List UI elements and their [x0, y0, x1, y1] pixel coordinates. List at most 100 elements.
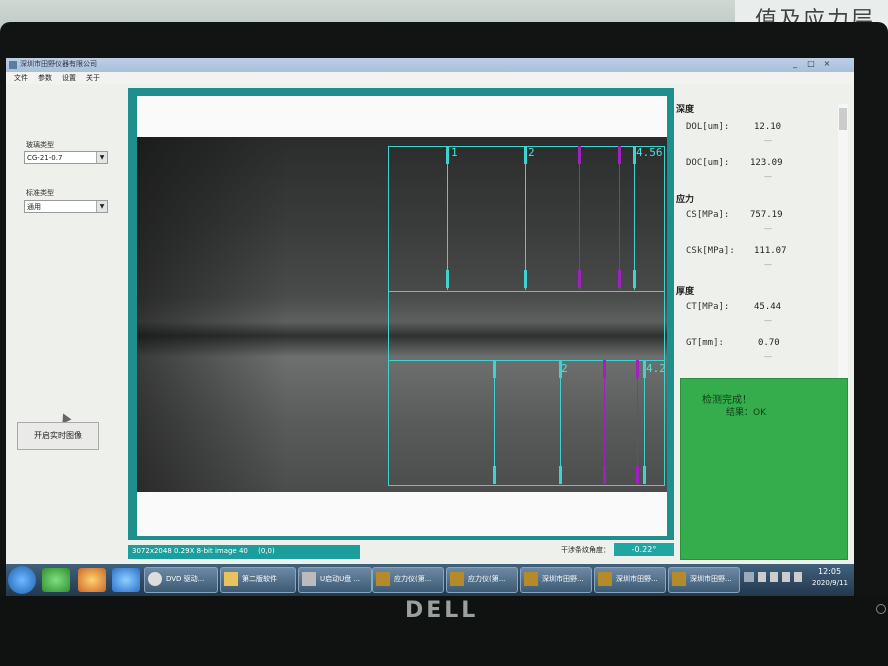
cursor-coords: (0,0) — [258, 547, 275, 555]
chevron-down-icon[interactable]: ▼ — [96, 152, 107, 163]
window-titlebar — [6, 58, 854, 72]
thickness-section-title: 厚度 — [676, 287, 695, 297]
taskbar-button-label: U启动U盘 ... — [320, 575, 361, 583]
dvd-icon — [148, 572, 162, 586]
usb-drive-icon — [302, 572, 316, 586]
keyboard-icon[interactable] — [744, 572, 754, 582]
fringe-label: 4.56 — [636, 146, 663, 159]
taskbar-button-label: 第二版软件 — [242, 575, 277, 583]
ct-label: CT[MPa]: — [686, 302, 730, 312]
taskbar-button-label: 深圳市田野... — [616, 575, 658, 583]
fringe-tick — [524, 146, 527, 164]
clock-date[interactable]: 2020/9/11 — [812, 579, 848, 587]
close-button[interactable]: × — [820, 59, 834, 69]
menu-bar — [6, 72, 854, 84]
labview-icon — [672, 572, 686, 586]
chevron-down-icon[interactable]: ▼ — [96, 201, 107, 212]
fringe-tick — [493, 466, 496, 484]
action-center-icon[interactable] — [758, 572, 766, 582]
fringe-tick — [643, 466, 646, 484]
fringe-line — [447, 146, 448, 290]
network-icon[interactable] — [770, 572, 778, 582]
fringe-tick — [446, 146, 449, 164]
taskbar-button-label: 深圳市田野... — [542, 575, 584, 583]
fringe-label: 2 — [528, 146, 535, 159]
fringe-line — [619, 146, 620, 290]
cs-dash: — — [764, 224, 772, 233]
volume-icon[interactable] — [782, 572, 790, 582]
taskbar-button-label: 深圳市田野... — [690, 575, 732, 583]
fringe-tick — [578, 146, 581, 164]
doc-label: DOC[um]: — [686, 158, 730, 168]
labview-icon — [598, 572, 612, 586]
fringe-tick — [603, 360, 606, 378]
fringe-tick — [618, 270, 621, 288]
cs-label: CS[MPa]: — [686, 210, 730, 220]
menu-settings[interactable]: 设置 — [62, 73, 76, 83]
result-verdict: 结果：OK — [726, 408, 766, 418]
fringe-line — [634, 146, 635, 290]
fringe-tick — [603, 466, 606, 484]
battery-icon[interactable] — [794, 572, 802, 582]
result-status: 检测完成！ — [702, 395, 752, 406]
csk-value: 111.07 — [754, 246, 787, 256]
app-icon — [9, 61, 17, 69]
labview-icon — [524, 572, 538, 586]
doc-value: 123.09 — [750, 158, 783, 168]
start-live-image-button[interactable]: 开启实时图像 — [17, 422, 99, 450]
pinned-app-icon[interactable] — [42, 568, 70, 592]
roi-bottom-box — [388, 360, 665, 486]
camera-image-shade — [137, 137, 287, 492]
taskbar-button-label: DVD 驱动... — [166, 575, 205, 583]
power-icon[interactable] — [876, 604, 886, 614]
taskbar-button-label: 应力仪(第... — [468, 575, 506, 583]
ct-dash: — — [764, 316, 772, 325]
standard-type-select[interactable]: 通用 ▼ — [24, 200, 108, 213]
image-info-text: 3072x2048 0.29X 8-bit image 40 — [132, 547, 248, 555]
ie-icon[interactable] — [112, 568, 140, 592]
image-info: 3072x2048 0.29X 8-bit image 40 (0,0) — [132, 547, 275, 555]
scrollbar-thumb[interactable] — [839, 108, 847, 130]
dol-dash: — — [764, 136, 772, 145]
start-button[interactable] — [8, 566, 36, 594]
gt-value: 0.70 — [758, 338, 780, 348]
fringe-tick — [524, 270, 527, 288]
gt-dash: — — [764, 352, 772, 361]
fringe-angle-label: 干涉条纹角度： — [561, 546, 610, 554]
fringe-line — [525, 146, 526, 290]
fringe-tick — [446, 270, 449, 288]
depth-section-title: 深度 — [676, 105, 695, 115]
fringe-label: 1 — [451, 146, 458, 159]
fringe-tick — [578, 270, 581, 288]
fringe-label: 4.2 — [646, 362, 666, 375]
fringe-tick — [618, 146, 621, 164]
ct-value: 45.44 — [754, 302, 782, 312]
roi-middle-box — [388, 290, 665, 360]
fringe-tick — [636, 360, 639, 378]
clock-time[interactable]: 12:05 — [818, 567, 841, 576]
folder-icon — [224, 572, 238, 586]
fringe-angle-value: -0.22° — [614, 543, 674, 556]
menu-params[interactable]: 参数 — [38, 73, 52, 83]
fringe-label: 2 — [561, 362, 568, 375]
menu-about[interactable]: 关于 — [86, 73, 100, 83]
taskbar-button-label: 应力仪(第... — [394, 575, 432, 583]
glass-type-value: CG-21-0.7 — [27, 154, 63, 162]
fringe-tick — [559, 466, 562, 484]
monitor-brand-logo: DELL — [405, 598, 479, 623]
glass-type-select[interactable]: CG-21-0.7 ▼ — [24, 151, 108, 164]
fringe-tick — [636, 466, 639, 484]
labview-icon — [376, 572, 390, 586]
cs-value: 757.19 — [750, 210, 783, 220]
gt-label: GT[mm]: — [686, 338, 724, 348]
fringe-tick — [493, 360, 496, 378]
standard-type-label: 标准类型 — [26, 189, 54, 197]
dol-value: 12.10 — [754, 122, 782, 132]
menu-file[interactable]: 文件 — [14, 73, 28, 83]
dol-label: DOL[um]: — [686, 122, 730, 132]
minimize-button[interactable]: _ — [788, 59, 802, 69]
maximize-button[interactable]: □ — [804, 59, 818, 69]
csk-dash: — — [764, 260, 772, 269]
pinned-app-icon[interactable] — [78, 568, 106, 592]
doc-dash: — — [764, 172, 772, 181]
